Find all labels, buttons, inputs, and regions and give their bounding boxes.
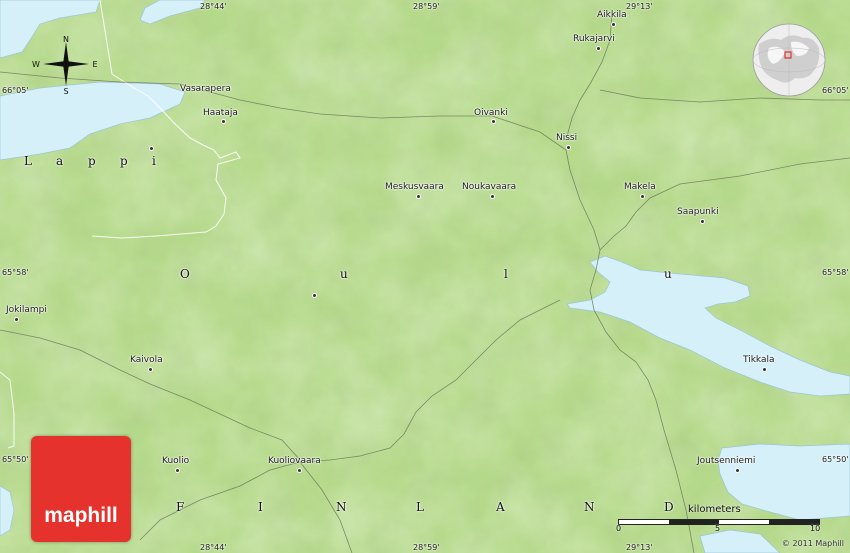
place-dot <box>491 119 496 124</box>
place-dot <box>148 367 153 372</box>
place-label[interactable]: Haataja <box>203 108 238 118</box>
compass-east: E <box>92 60 97 69</box>
place-dot <box>312 293 317 298</box>
place-label[interactable]: Oivanki <box>474 108 508 118</box>
map-canvas[interactable]: 28°44' 28°59' 29°13' 28°44' 28°59' 29°13… <box>0 0 850 553</box>
coord-bottom-2844: 28°44' <box>200 543 227 552</box>
place-dot <box>221 119 226 124</box>
place-label[interactable]: Meskusvaara <box>385 182 444 192</box>
coord-left-6550: 65°50' <box>2 455 29 464</box>
region-finland-letter: A <box>496 500 506 514</box>
place-dot <box>735 468 740 473</box>
place-dot <box>700 219 705 224</box>
coord-top-2859: 28°59' <box>413 2 440 11</box>
place-dot <box>490 194 495 199</box>
region-oulu-letter: l <box>504 267 509 281</box>
place-label[interactable]: Noukavaara <box>462 182 516 192</box>
region-finland-letter: N <box>336 500 348 514</box>
place-dot <box>297 468 302 473</box>
region-lappi-letter: p <box>120 154 129 168</box>
place-dot <box>14 317 19 322</box>
compass-rose-icon: N S W E <box>32 35 97 94</box>
maphill-logo[interactable]: maphill <box>31 436 131 542</box>
place-dot <box>566 145 571 150</box>
coord-left-6558: 65°58' <box>2 268 29 277</box>
coord-top-2913: 29°13' <box>626 2 653 11</box>
copyright-notice: © 2011 Maphill <box>781 539 844 548</box>
place-label[interactable]: Makela <box>624 182 656 192</box>
scale-tick: 5 <box>715 524 721 533</box>
place-dot <box>611 22 616 27</box>
scale-tick: 0 <box>616 524 622 533</box>
coord-right-6558: 65°58' <box>822 268 849 277</box>
coord-bottom-2913: 29°13' <box>626 543 653 552</box>
coord-right-6550: 65°50' <box>822 455 849 464</box>
place-label[interactable]: Aikkila <box>597 10 627 20</box>
region-oulu-letter: u <box>340 267 349 281</box>
place-label[interactable]: Tikkala <box>743 355 775 365</box>
compass-north: N <box>63 35 69 44</box>
coord-left-6605: 66°05' <box>2 86 29 95</box>
region-lappi-letter: p <box>88 154 97 168</box>
place-label[interactable]: Kuoliovaara <box>268 456 321 466</box>
region-finland-letter: F <box>176 500 186 514</box>
region-lappi-letter: L <box>24 154 33 168</box>
coord-bottom-2859: 28°59' <box>413 543 440 552</box>
region-finland-letter: I <box>258 500 264 514</box>
maphill-logo-text: maphill <box>44 504 118 527</box>
region-finland-letter: L <box>416 500 425 514</box>
scale-tick: 10 <box>810 524 821 533</box>
place-dot <box>149 146 154 151</box>
scale-title: kilometers <box>688 504 741 515</box>
compass-south: S <box>63 87 68 94</box>
place-label[interactable]: Jokilampi <box>6 305 47 315</box>
place-dot <box>596 46 601 51</box>
compass-west: W <box>32 60 40 69</box>
region-lappi-letter: i <box>152 154 157 168</box>
place-label[interactable]: Vasarapera <box>180 84 231 94</box>
globe-locator-icon[interactable] <box>751 22 827 98</box>
region-lappi-letter: a <box>56 154 65 168</box>
place-dot <box>416 194 421 199</box>
place-label[interactable]: Rukajarvi <box>573 34 615 44</box>
region-oulu-letter: u <box>664 267 673 281</box>
region-oulu-letter: O <box>180 267 191 281</box>
coord-top-2844: 28°44' <box>200 2 227 11</box>
place-dot <box>175 468 180 473</box>
place-label[interactable]: Kaivola <box>130 355 163 365</box>
place-dot <box>640 194 645 199</box>
region-finland-letter: N <box>584 500 596 514</box>
place-label[interactable]: Joutsenniemi <box>697 456 755 466</box>
place-label[interactable]: Kuolio <box>162 456 189 466</box>
place-label[interactable]: Nissi <box>556 133 577 143</box>
place-dot <box>762 367 767 372</box>
place-label[interactable]: Saapunki <box>677 207 719 217</box>
scale-bar: kilometers 0 5 10 <box>612 504 826 536</box>
